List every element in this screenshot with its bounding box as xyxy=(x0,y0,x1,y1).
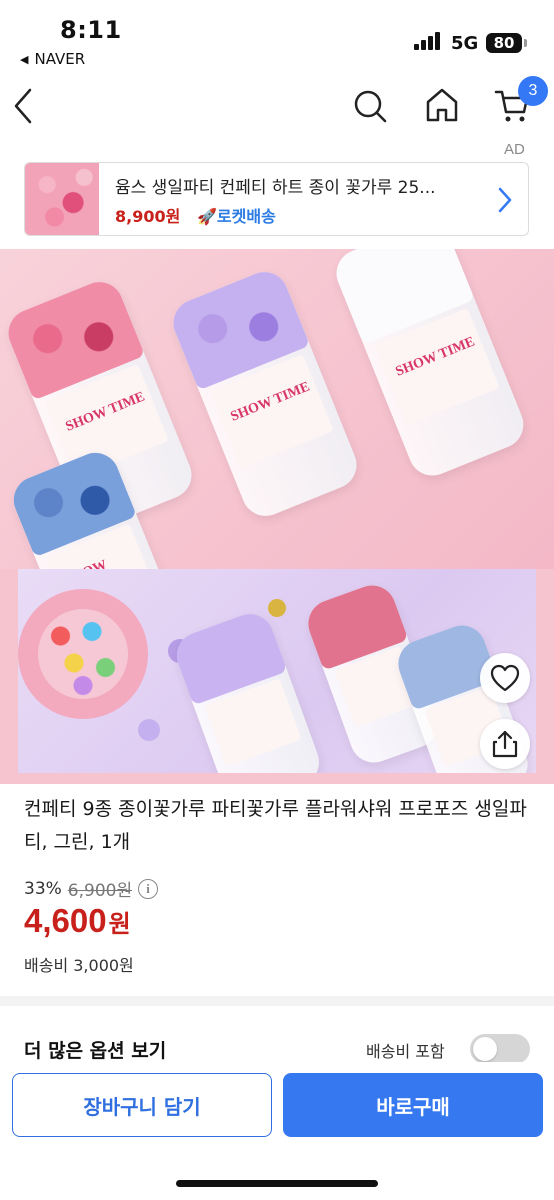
cart-count-badge: 3 xyxy=(518,76,548,106)
wishlist-button[interactable] xyxy=(480,653,530,703)
back-to-app-link[interactable]: ◀ NAVER xyxy=(20,50,85,68)
heart-icon xyxy=(490,664,520,692)
discount-row: 33% 6,900원 i xyxy=(24,876,159,901)
share-button[interactable] xyxy=(480,719,530,769)
product-photo-top: SHOW TIME SHOW TIME SHOW TIME SHOW TIME xyxy=(0,249,554,673)
include-shipping-label: 배송비 포함 xyxy=(366,1042,445,1061)
home-icon[interactable] xyxy=(424,86,460,124)
status-time: 8:11 xyxy=(60,16,122,44)
confetti-tube: SHOW TIME xyxy=(166,264,364,524)
sale-price: 4,600원 xyxy=(24,902,131,940)
confetti-tube xyxy=(170,607,326,773)
network-type: 5G xyxy=(451,33,479,54)
more-options-heading[interactable]: 더 많은 옵션 보기 xyxy=(24,1036,166,1063)
share-icon xyxy=(492,730,518,758)
home-indicator[interactable] xyxy=(176,1180,378,1187)
section-divider xyxy=(0,996,554,1006)
toggle-knob xyxy=(473,1037,497,1061)
original-price: 6,900원 xyxy=(67,881,133,901)
shipping-fee: 배송비 3,000원 xyxy=(24,956,134,975)
ad-price: 8,900원 xyxy=(115,207,181,226)
discount-percent: 33% xyxy=(24,878,62,899)
back-triangle-icon: ◀ xyxy=(20,52,29,66)
battery-icon: 80 xyxy=(486,33,522,53)
ad-thumbnail xyxy=(25,163,99,235)
product-title: 컨페티 9종 종이꽃가루 파티꽃가루 플라워샤워 프로포즈 생일파티, 그린, … xyxy=(24,798,527,853)
product-photo-bottom xyxy=(18,569,536,773)
status-bar: 8:11 ◀ NAVER 5G 80 xyxy=(0,0,554,70)
ad-banner[interactable]: 윰스 생일파티 컨페티 하트 종이 꽃가루 25... 8,900원 🚀로켓배송 xyxy=(24,162,529,236)
product-image[interactable]: SHOW TIME SHOW TIME SHOW TIME SHOW TIME xyxy=(0,249,554,784)
info-icon[interactable]: i xyxy=(138,878,159,899)
signal-icon xyxy=(414,32,440,50)
ad-title: 윰스 생일파티 컨페티 하트 종이 꽃가루 25... xyxy=(115,178,436,198)
search-icon[interactable] xyxy=(352,88,388,124)
sale-price-unit: 원 xyxy=(108,910,131,938)
ad-rocket-delivery: 🚀로켓배송 xyxy=(197,207,276,226)
buy-now-button[interactable]: 바로구매 xyxy=(283,1073,543,1137)
ad-label: AD xyxy=(504,141,525,158)
sale-price-number: 4,600 xyxy=(24,902,107,939)
confetti-tube: SHOW TIME xyxy=(329,249,531,483)
chevron-right-icon xyxy=(498,187,512,213)
back-app-label: NAVER xyxy=(34,50,86,68)
include-shipping-toggle[interactable] xyxy=(470,1034,530,1064)
battery-tip xyxy=(524,39,527,47)
back-arrow-icon[interactable] xyxy=(10,86,38,126)
add-to-cart-button[interactable]: 장바구니 담기 xyxy=(12,1073,272,1137)
